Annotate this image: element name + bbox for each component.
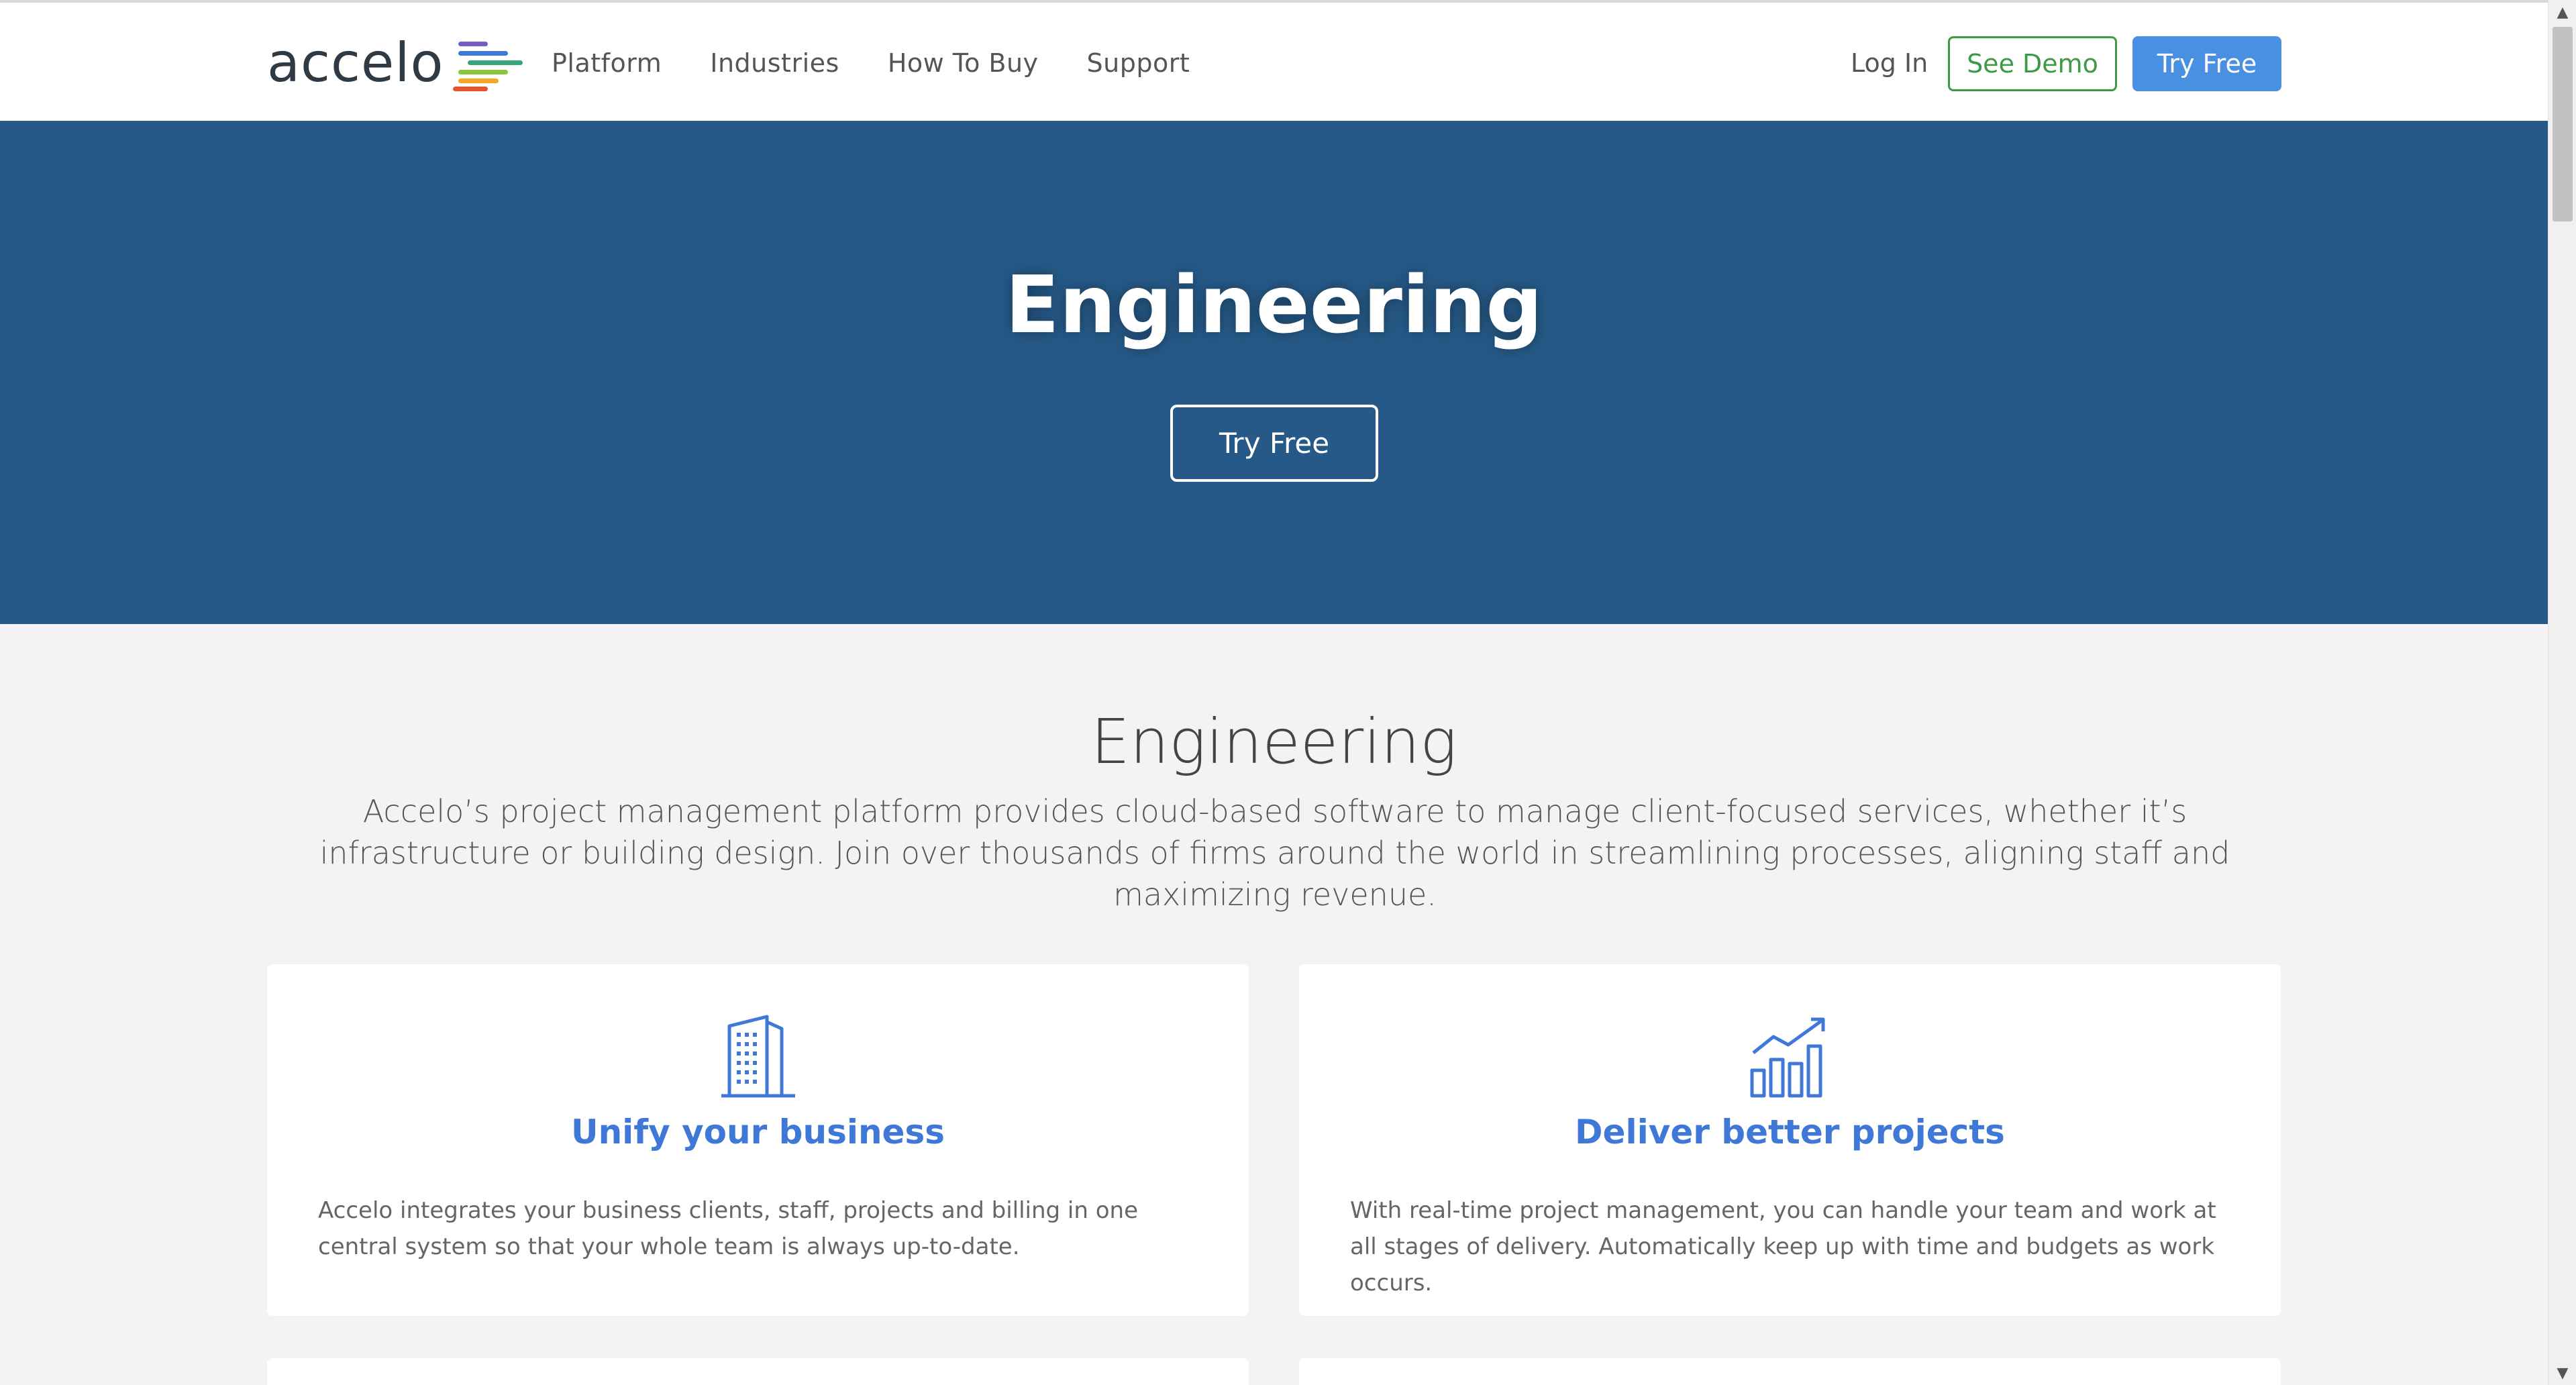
logo-mark-icon	[453, 36, 523, 91]
login-link[interactable]: Log In	[1851, 43, 1928, 83]
nav-support[interactable]: Support	[1087, 43, 1190, 83]
scroll-up-icon[interactable]: ▲	[2548, 0, 2576, 24]
try-free-header-button[interactable]: Try Free	[2132, 36, 2281, 91]
building-icon	[721, 1015, 795, 1098]
see-demo-button[interactable]: See Demo	[1948, 36, 2117, 91]
hero-banner: Engineering Try Free	[0, 121, 2548, 624]
nav-industries[interactable]: Industries	[710, 43, 839, 83]
site-header: accelo Platform Industries How To Buy Su…	[0, 0, 2548, 121]
feature-card-unify: Unify your business Accelo integrates yo…	[267, 964, 1249, 1316]
card-title: Unify your business	[570, 1113, 945, 1151]
accelo-logo[interactable]: accelo	[267, 30, 523, 97]
nav-platform[interactable]: Platform	[552, 43, 662, 83]
section-title: Engineering	[1090, 706, 1457, 778]
nav-how-to-buy[interactable]: How To Buy	[888, 43, 1039, 83]
feature-card-partial	[1299, 1358, 2281, 1385]
try-free-hero-button[interactable]: Try Free	[1170, 405, 1378, 482]
scroll-thumb[interactable]	[2553, 27, 2573, 221]
card-text: With real-time project management, you c…	[1350, 1197, 2216, 1296]
card-title: Deliver better projects	[1575, 1113, 2005, 1151]
feature-card-partial	[267, 1358, 1249, 1385]
page-scrollbar[interactable]: ▲ ▼	[2548, 0, 2576, 1385]
scroll-down-icon[interactable]: ▼	[2548, 1361, 2576, 1385]
logo-text: accelo	[267, 32, 444, 94]
card-text: Accelo integrates your business clients,…	[318, 1197, 1138, 1260]
feature-card-deliver: Deliver better projects With real-time p…	[1299, 964, 2281, 1316]
main-nav: Platform Industries How To Buy Support	[552, 43, 1190, 83]
page: accelo Platform Industries How To Buy Su…	[0, 0, 2548, 1385]
growth-chart-icon	[1750, 1017, 1824, 1098]
hero-title: Engineering	[1005, 258, 1543, 351]
section-description: Accelo’s project management platform pro…	[319, 793, 2230, 913]
